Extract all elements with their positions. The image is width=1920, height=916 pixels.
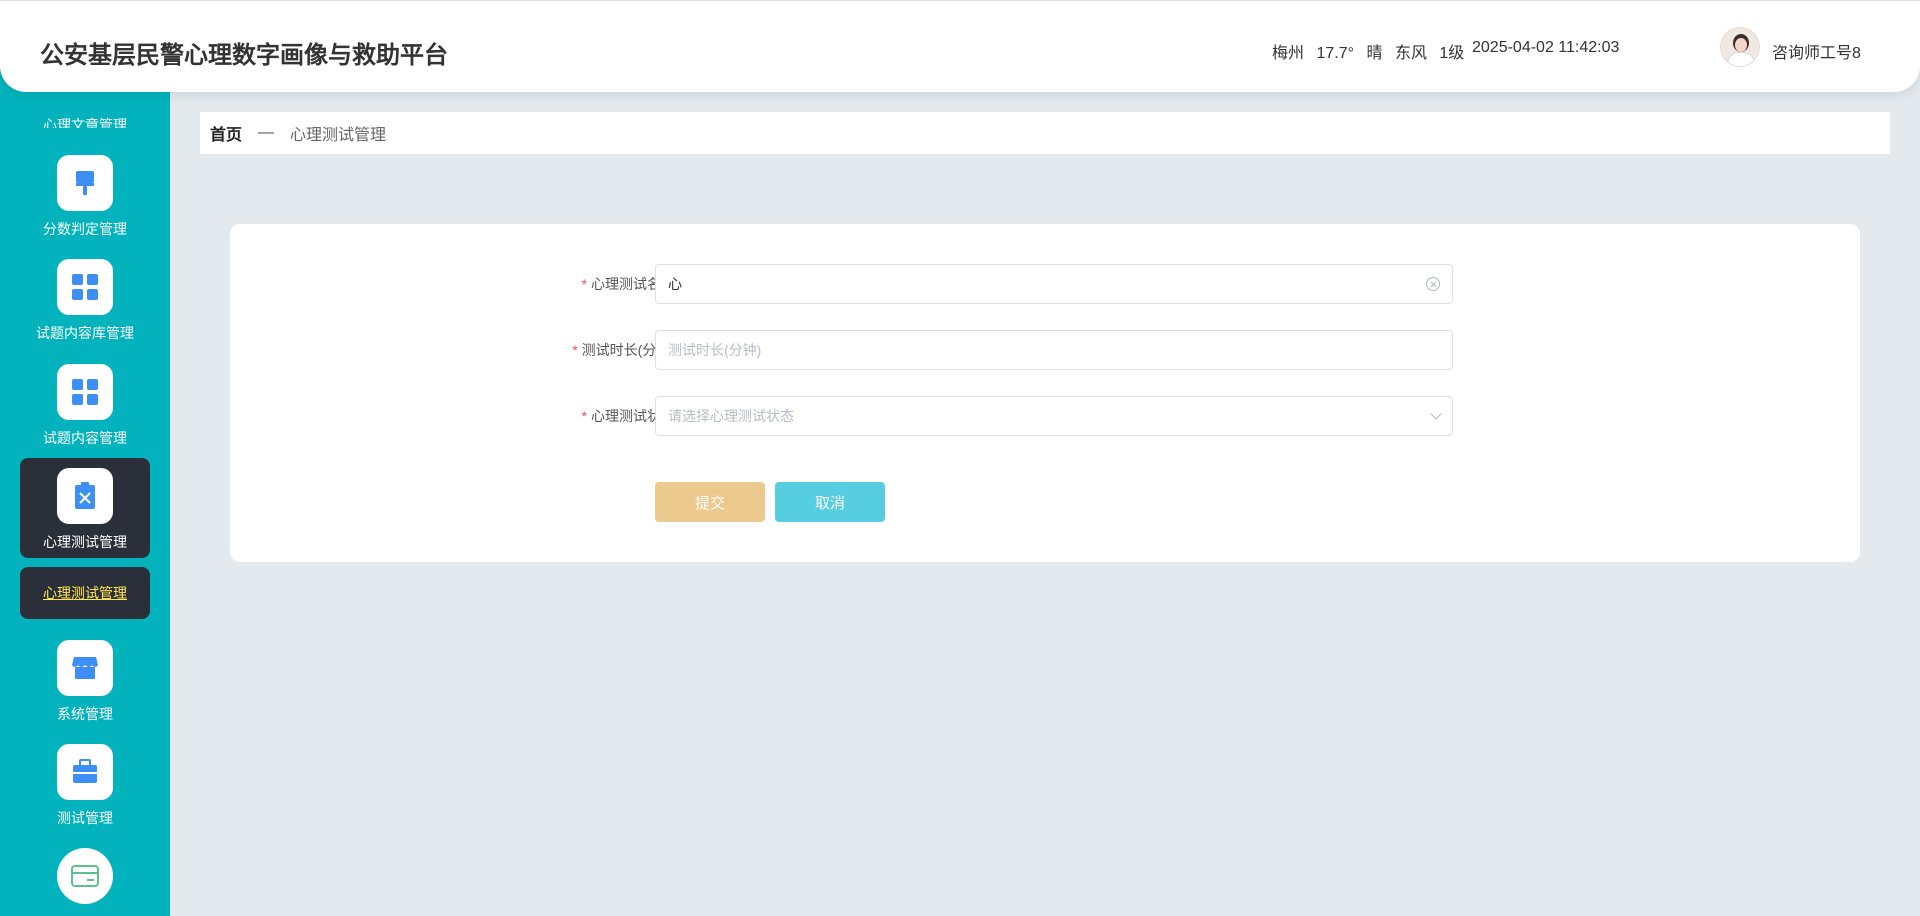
sidebar-item-card[interactable] [20,848,150,904]
cancel-button[interactable]: 取消 [775,482,885,522]
name-input[interactable] [668,276,1426,292]
duration-input[interactable] [668,342,1440,358]
briefcase-icon [57,744,113,800]
weather-condition: 晴 [1366,45,1383,62]
weather-temperature: 17.7° [1316,45,1355,62]
avatar[interactable] [1720,27,1760,67]
chevron-down-icon[interactable] [1430,408,1442,420]
sidebar-item-system[interactable]: 系统管理 [20,640,150,722]
status-select-placeholder: 请选择心理测试状态 [668,408,794,424]
weather-city: 梅州 [1272,45,1305,62]
top-header: 公安基层民警心理数字画像与救助平台 梅州 17.7° 晴 东风 1级 2025-… [0,0,1920,92]
sidebar-item-label: 系统管理 [57,706,113,722]
clear-icon[interactable] [1426,277,1440,291]
breadcrumb-home[interactable]: 首页 [210,121,242,145]
brush-icon [57,155,113,211]
form-row-duration: * 测试时长(分钟) [230,330,1860,370]
form-row-name: * 心理测试名称 [230,264,1860,304]
breadcrumb: 首页 — 心理测试管理 [200,112,1890,154]
current-datetime: 2025-04-02 11:42:03 [1472,39,1620,56]
sidebar-item-question-bank[interactable]: 试题内容库管理 [20,259,150,341]
sidebar-item-test[interactable]: 测试管理 [20,744,150,826]
submenu-item-psych-test[interactable]: 心理测试管理 [20,567,150,619]
name-field[interactable] [655,264,1453,304]
submit-button[interactable]: 提交 [655,482,765,522]
sidebar-item-label: 测试管理 [57,810,113,826]
breadcrumb-separator: — [258,124,275,141]
sidebar-item-psych-test[interactable]: 心理测试管理 [20,458,150,558]
store-icon [57,640,113,696]
app-title: 公安基层民警心理数字画像与救助平台 [40,42,448,69]
weather-wind-direction: 东风 [1394,45,1427,62]
status-select[interactable]: 请选择心理测试状态 [655,396,1453,436]
duration-field[interactable] [655,330,1453,370]
form-card: *心理测试名称 *测试时长(分钟) *心理测试状态 请选择心理测试状态 提交 取… [230,224,1860,562]
sidebar-item-question-content[interactable]: 试题内容管理 [20,364,150,446]
weather-wind-level: 1级 [1439,45,1465,62]
breadcrumb-current: 心理测试管理 [290,127,387,144]
form-row-status: * 心理测试状态 请选择心理测试状态 [230,396,1860,436]
sidebar: 心理文章管理 分数判定管理 试题内容库管理 试题内容管理 心理测试管理 心理测试… [0,0,170,916]
grid-icon [57,259,113,315]
sidebar-item-label: 分数判定管理 [43,221,127,237]
card-icon [57,848,113,904]
sidebar-item-label: 心理测试管理 [43,534,127,550]
sidebar-item-label: 试题内容管理 [43,430,127,446]
weather-info: 梅州 17.7° 晴 东风 1级 [1272,39,1472,63]
sidebar-item-score-judgement[interactable]: 分数判定管理 [20,155,150,237]
username[interactable]: 咨询师工号8 [1772,39,1861,63]
grid-icon [57,364,113,420]
clipboard-x-icon [57,468,113,524]
sidebar-item-label: 试题内容库管理 [36,325,134,341]
sidebar-item-articles-label[interactable]: 心理文章管理 [0,114,170,128]
